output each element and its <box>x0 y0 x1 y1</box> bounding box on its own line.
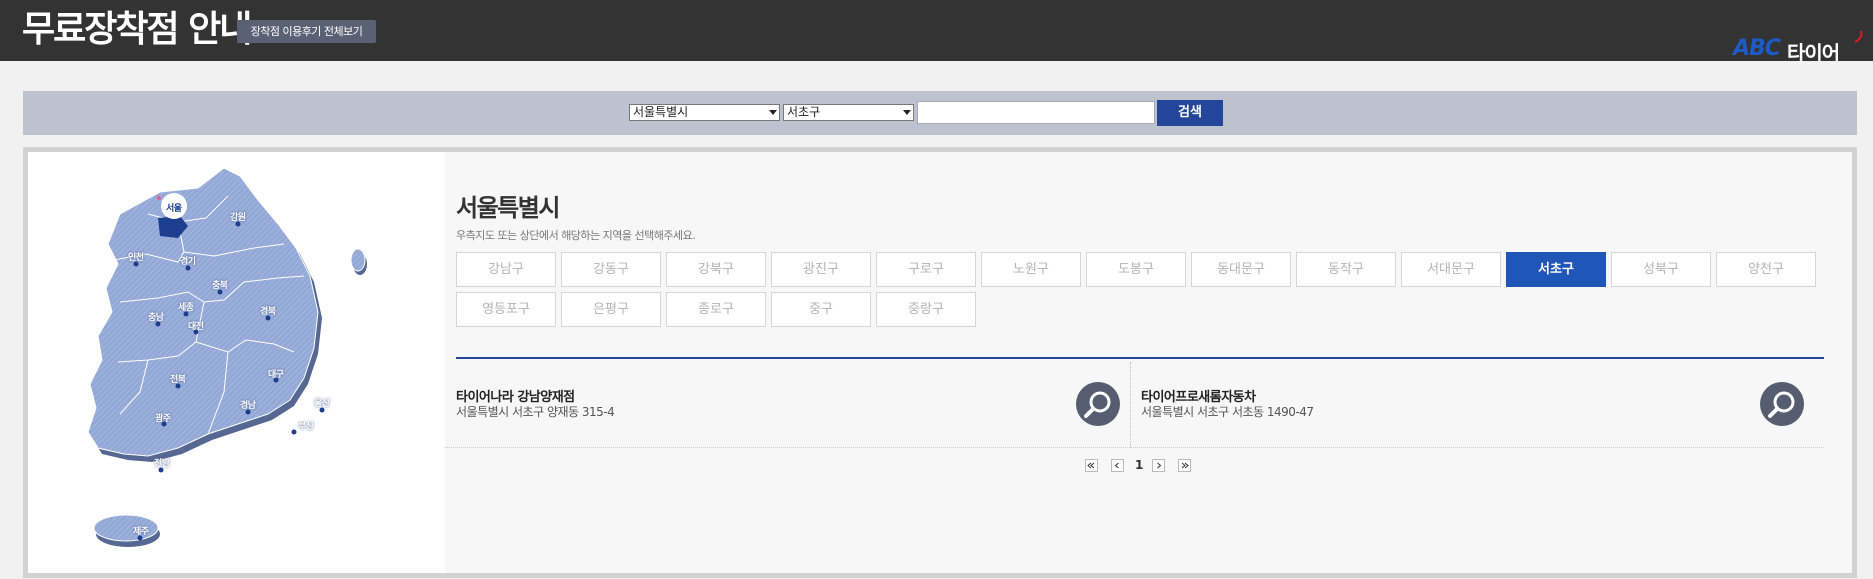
map-label-ulsan[interactable]: 울산 <box>314 396 330 409</box>
marker-dot <box>157 196 161 200</box>
chevron-down-icon <box>769 110 777 115</box>
korea-map-pane: 서울 강원 인천 경기 충북 세종 충남 대전 경북 대구 전북 경남 울산 광… <box>28 152 441 573</box>
region-title: 서울특별시 <box>456 194 560 222</box>
map-label-jeonnam[interactable]: 전남 <box>154 456 170 469</box>
results-pane: 서울특별시 우측지도 또는 상단에서 해당하는 지역을 선택해주세요. 강남구 … <box>445 152 1852 573</box>
map-label-gyeonggi[interactable]: 경기 <box>180 254 196 267</box>
district-select-value: 서초구 <box>787 105 821 119</box>
district-button[interactable]: 은평구 <box>561 292 661 327</box>
map-label-daejeon[interactable]: 대전 <box>188 319 204 332</box>
ulleungdo-shape <box>350 248 366 272</box>
district-button[interactable]: 도봉구 <box>1086 252 1186 287</box>
map-label-chungbuk[interactable]: 충북 <box>212 278 228 291</box>
district-button[interactable]: 강북구 <box>666 252 766 287</box>
district-button[interactable]: 강동구 <box>561 252 661 287</box>
map-label-gangwon[interactable]: 강원 <box>230 210 246 223</box>
chevron-right-icon <box>1157 462 1162 469</box>
district-button[interactable]: 노원구 <box>981 252 1081 287</box>
store-item[interactable]: 타이어나라 강남양재점 서울특별시 서초구 양재동 315-4 <box>445 360 1130 448</box>
logo-swoosh-icon <box>1854 30 1863 43</box>
store-address: 서울특별시 서초구 서초동 1490-47 <box>1141 405 1314 419</box>
magnifier-icon <box>1768 391 1795 418</box>
map-label-chungnam[interactable]: 충남 <box>148 310 164 323</box>
last-page-button[interactable] <box>1178 459 1191 472</box>
district-button[interactable]: 광진구 <box>771 252 871 287</box>
map-label-daegu[interactable]: 대구 <box>268 367 284 380</box>
district-button-active[interactable]: 서초구 <box>1506 252 1606 287</box>
map-label-gyeongbuk[interactable]: 경북 <box>260 304 276 317</box>
search-button[interactable]: 검색 <box>1157 100 1223 126</box>
store-detail-button[interactable] <box>1760 382 1804 426</box>
pagination: 1 <box>1085 458 1195 473</box>
content-panel: 서울 강원 인천 경기 충북 세종 충남 대전 경북 대구 전북 경남 울산 광… <box>23 147 1857 578</box>
double-chevron-right-icon <box>1181 462 1189 469</box>
search-bar: 서울특별시 서초구 검색 <box>23 91 1857 135</box>
store-address: 서울특별시 서초구 양재동 315-4 <box>456 405 615 419</box>
map-label-busan[interactable]: 부산 <box>298 419 314 432</box>
page-title: 무료장착점 안내 <box>22 9 252 50</box>
first-page-button[interactable] <box>1085 459 1098 472</box>
page-header: 무료장착점 안내 장착점 이용후기 전체보기 ABC 타이어 <box>0 0 1873 65</box>
mainland-shape[interactable] <box>87 167 319 457</box>
map-label-jeonbuk[interactable]: 전북 <box>170 372 186 385</box>
district-button[interactable]: 동작구 <box>1296 252 1396 287</box>
logo-korean-text: 타이어 <box>1787 41 1840 65</box>
district-button[interactable]: 서대문구 <box>1401 252 1501 287</box>
double-chevron-left-icon <box>1087 462 1095 469</box>
logo-abc-text: ABC <box>1733 36 1781 61</box>
magnifier-icon <box>1084 391 1111 418</box>
map-label-gwangju[interactable]: 광주 <box>155 411 171 424</box>
keyword-input[interactable] <box>917 101 1155 124</box>
district-button[interactable]: 강남구 <box>456 252 556 287</box>
district-button[interactable]: 양천구 <box>1716 252 1816 287</box>
district-button[interactable]: 중구 <box>771 292 871 327</box>
district-button[interactable]: 동대문구 <box>1191 252 1291 287</box>
map-label-jeju[interactable]: 제주 <box>133 524 149 537</box>
map-label-sejong[interactable]: 세종 <box>178 300 194 313</box>
brand-logo[interactable]: ABC 타이어 <box>1733 30 1865 65</box>
store-item[interactable]: 타이어프로새롬자동차 서울특별시 서초구 서초동 1490-47 <box>1130 360 1824 448</box>
district-button[interactable]: 영등포구 <box>456 292 556 327</box>
next-page-button[interactable] <box>1152 459 1165 472</box>
region-guide-text: 우측지도 또는 상단에서 해당하는 지역을 선택해주세요. <box>456 229 696 242</box>
district-button[interactable]: 성북구 <box>1611 252 1711 287</box>
district-button[interactable]: 구로구 <box>876 252 976 287</box>
map-label-seoul[interactable]: 서울 <box>166 201 182 214</box>
map-label-incheon[interactable]: 인천 <box>128 250 144 263</box>
city-select-value: 서울특별시 <box>633 105 689 119</box>
store-detail-button[interactable] <box>1076 382 1120 426</box>
district-button[interactable]: 종로구 <box>666 292 766 327</box>
all-reviews-button[interactable]: 장착점 이용후기 전체보기 <box>237 20 376 43</box>
district-select[interactable]: 서초구 <box>783 104 914 121</box>
district-button[interactable]: 중랑구 <box>876 292 976 327</box>
map-label-gyeongnam[interactable]: 경남 <box>240 398 256 411</box>
current-page[interactable]: 1 <box>1135 458 1143 472</box>
chevron-down-icon <box>903 110 911 115</box>
results-top-border <box>456 357 1824 359</box>
prev-page-button[interactable] <box>1111 459 1124 472</box>
city-select[interactable]: 서울특별시 <box>629 104 780 121</box>
chevron-left-icon <box>1114 462 1119 469</box>
